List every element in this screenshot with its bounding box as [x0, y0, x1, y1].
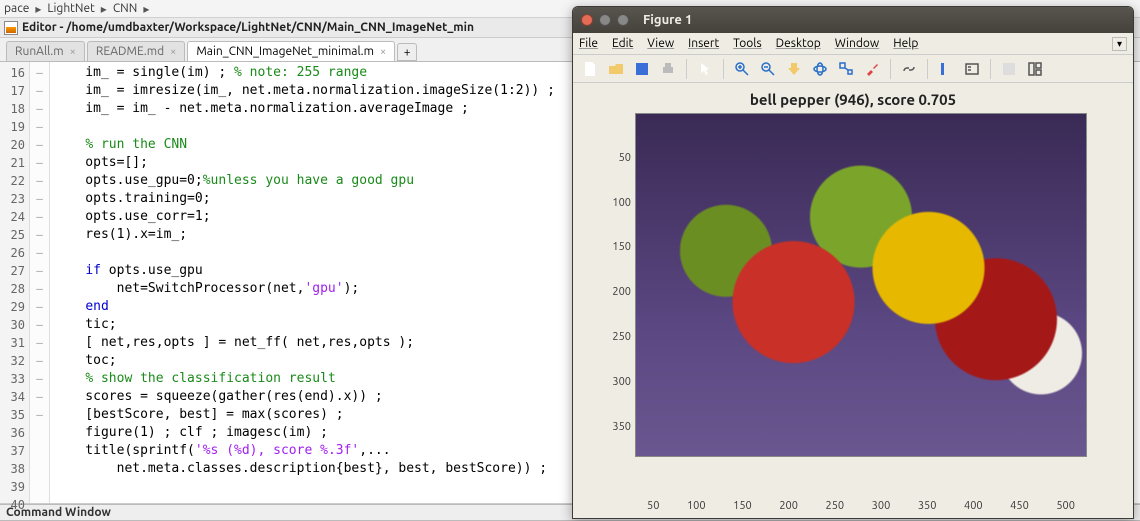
dock-chevron-icon[interactable]: ▾	[1112, 37, 1127, 51]
axes-title: bell pepper (946), score 0.705	[573, 91, 1133, 108]
crumb-sep: ▸	[101, 2, 107, 16]
pointer-icon[interactable]	[694, 58, 716, 80]
window-close-button[interactable]	[581, 14, 593, 26]
y-tick: 250	[609, 331, 631, 343]
y-tick: 100	[609, 197, 631, 209]
new-tab-button[interactable]: +	[397, 43, 417, 61]
figure-title: Figure 1	[643, 13, 692, 27]
figure-menubar: File Edit View Insert Tools Desktop Window Help…	[573, 33, 1133, 55]
colorbar-icon[interactable]	[935, 58, 957, 80]
tab-label: RunAll.m	[15, 45, 64, 58]
zoom-in-icon[interactable]	[731, 58, 753, 80]
document-icon	[4, 21, 18, 35]
crumb[interactable]: CNN	[113, 2, 138, 15]
x-tick: 300	[872, 500, 891, 512]
menu-window[interactable]: Window	[835, 37, 879, 50]
print-icon[interactable]	[657, 58, 679, 80]
close-tab-icon[interactable]: ×	[170, 46, 176, 58]
editor-tab[interactable]: README.md ×	[87, 41, 186, 61]
crumb-sep: ▸	[143, 2, 149, 16]
x-tick: 150	[733, 500, 752, 512]
figure-axes[interactable]: bell pepper (946), score 0.705 50 100 150 2…	[573, 83, 1133, 518]
crumb-sep: ▸	[35, 2, 41, 16]
x-tick: 100	[687, 500, 706, 512]
y-tick: 350	[609, 421, 631, 433]
rotate3d-icon[interactable]	[809, 58, 831, 80]
toolbar-separator	[686, 59, 687, 79]
menu-help[interactable]: Help	[893, 37, 918, 50]
pan-icon[interactable]	[783, 58, 805, 80]
y-tick: 50	[609, 152, 631, 164]
crumb[interactable]: LightNet	[47, 2, 94, 15]
save-icon[interactable]	[631, 58, 653, 80]
crumb[interactable]: pace	[4, 2, 29, 15]
breakpoint-gutter[interactable]: – – – – – – – – – – – – – – – – – – – –	[30, 62, 50, 503]
menu-tools[interactable]: Tools	[733, 37, 762, 50]
x-tick: 350	[918, 500, 937, 512]
tab-label: Main_CNN_ImageNet_minimal.m	[196, 45, 374, 58]
figure-window[interactable]: Figure 1 File Edit View Insert Tools Desktop W…	[572, 6, 1134, 519]
x-tick: 450	[1010, 500, 1029, 512]
menu-view[interactable]: View	[647, 37, 674, 50]
open-icon[interactable]	[605, 58, 627, 80]
datacursor-icon[interactable]	[835, 58, 857, 80]
y-tick: 300	[609, 376, 631, 388]
editor-tab[interactable]: RunAll.m ×	[6, 41, 85, 61]
x-tick: 50	[647, 500, 659, 512]
x-tick: 200	[779, 500, 798, 512]
editor-title: Editor - /home/umdbaxter/Workspace/Light…	[22, 21, 474, 34]
window-maximize-button[interactable]	[617, 14, 629, 26]
close-tab-icon[interactable]: ×	[70, 46, 76, 58]
menu-edit[interactable]: Edit	[612, 37, 633, 50]
figure-titlebar[interactable]: Figure 1	[573, 7, 1133, 33]
toolbar-separator	[927, 59, 928, 79]
hide-icon[interactable]	[998, 58, 1020, 80]
tab-label: README.md	[96, 45, 164, 58]
figure-toolbar	[573, 55, 1133, 83]
close-tab-icon[interactable]: ×	[380, 46, 386, 58]
menu-file[interactable]: File	[579, 37, 598, 50]
x-tick: 250	[825, 500, 844, 512]
y-tick: 200	[609, 286, 631, 298]
toolbar-separator	[890, 59, 891, 79]
x-ticks: 50 100 150 200 250 300 350 400 450 500	[635, 500, 1087, 512]
legend-icon[interactable]	[961, 58, 983, 80]
toolbar-separator	[990, 59, 991, 79]
brush-icon[interactable]	[861, 58, 883, 80]
x-tick: 400	[964, 500, 983, 512]
line-number-gutter: 16 17 18 19 20 21 22 23 24 25 26 27 28 2…	[0, 62, 30, 503]
toolbar-separator	[723, 59, 724, 79]
zoom-out-icon[interactable]	[757, 58, 779, 80]
layout-icon[interactable]	[1024, 58, 1046, 80]
menu-insert[interactable]: Insert	[688, 37, 719, 50]
window-minimize-button[interactable]	[599, 14, 611, 26]
y-tick: 150	[609, 241, 631, 253]
new-icon[interactable]	[579, 58, 601, 80]
editor-tab[interactable]: Main_CNN_ImageNet_minimal.m ×	[187, 41, 395, 61]
link-icon[interactable]	[898, 58, 920, 80]
x-tick: 500	[1056, 500, 1075, 512]
menu-desktop[interactable]: Desktop	[776, 37, 821, 50]
axes-image[interactable]	[635, 113, 1087, 457]
